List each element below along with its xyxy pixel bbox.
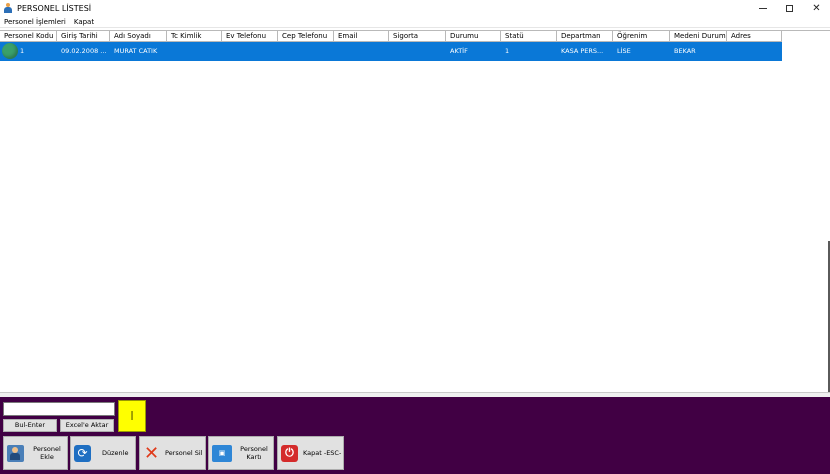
column-header-medeni-durum[interactable]: Medeni Durum — [670, 31, 727, 42]
personnel-grid[interactable]: Personel Kodu Giriş Tarihi Adı Soyadı Tc… — [0, 30, 830, 411]
personnel-card-label: Personel Kartı — [240, 445, 268, 461]
column-header-cep-telefonu[interactable]: Cep Telefonu — [278, 31, 334, 42]
cell-cep-telefonu — [278, 42, 334, 61]
cell-medeni-durum: BEKAR — [674, 47, 696, 55]
personnel-card-button[interactable]: ▣ Personel Kartı — [208, 436, 274, 470]
column-header-giris-tarihi[interactable]: Giriş Tarihi — [57, 31, 110, 42]
highlight-marker: | — [118, 400, 146, 432]
action-panel: Bul-Enter Excel'e Aktar | Personel Ekle … — [0, 397, 830, 474]
edit-button[interactable]: ⟳ Düzenle — [70, 436, 136, 470]
row-status-indicator-icon — [2, 43, 18, 59]
close-esc-label: Kapat -ESC- — [303, 449, 342, 457]
power-icon: ⏻ — [281, 444, 298, 462]
column-header-email[interactable]: Email — [334, 31, 389, 42]
column-header-tc-kimlik[interactable]: Tc Kimlik — [167, 31, 222, 42]
window-title: PERSONEL LİSTESİ — [17, 3, 92, 13]
delete-personnel-label: Personel Sil — [165, 449, 203, 457]
add-personnel-button[interactable]: Personel Ekle — [3, 436, 68, 470]
table-row[interactable]: 1 09.02.2008 ... MURAT CATIK AKTİF 1 KAS… — [0, 42, 782, 61]
column-header-personel-kodu[interactable]: Personel Kodu — [0, 31, 57, 42]
menu-kapat[interactable]: Kapat — [70, 18, 98, 26]
edit-label: Düzenle — [102, 449, 129, 457]
cell-statu: 1 — [505, 47, 510, 55]
close-button[interactable]: ✕ — [803, 0, 830, 16]
cell-ogrenim: LİSE — [617, 47, 631, 55]
column-header-adi-soyadi[interactable]: Adı Soyadı — [110, 31, 167, 42]
grid-header: Personel Kodu Giriş Tarihi Adı Soyadı Tc… — [0, 31, 782, 42]
column-header-ogrenim[interactable]: Öğrenim — [613, 31, 670, 42]
search-input[interactable] — [3, 402, 115, 416]
cell-sigorta — [389, 42, 446, 61]
find-enter-button[interactable]: Bul-Enter — [3, 419, 57, 432]
cell-adi-soyadi: MURAT CATIK — [114, 47, 158, 55]
column-header-sigorta[interactable]: Sigorta — [389, 31, 446, 42]
minimize-button[interactable] — [749, 0, 776, 16]
column-header-ev-telefonu[interactable]: Ev Telefonu — [222, 31, 278, 42]
close-esc-button[interactable]: ⏻ Kapat -ESC- — [277, 436, 344, 470]
user-add-icon — [7, 444, 24, 462]
column-header-durumu[interactable]: Durumu — [446, 31, 501, 42]
cell-departman: KASA PERS... — [561, 47, 604, 55]
maximize-icon — [786, 4, 793, 12]
cell-adres — [727, 42, 782, 61]
id-card-icon: ▣ — [212, 444, 232, 462]
minimize-icon — [758, 7, 767, 9]
column-header-statu[interactable]: Statü — [501, 31, 557, 42]
maximize-button[interactable] — [776, 0, 803, 16]
column-header-adres[interactable]: Adres — [727, 31, 782, 42]
delete-personnel-button[interactable]: ✕ Personel Sil — [139, 436, 206, 470]
add-personnel-label: Personel Ekle — [33, 445, 61, 461]
cell-ev-telefonu — [222, 42, 278, 61]
close-icon: ✕ — [812, 2, 821, 14]
export-excel-button[interactable]: Excel'e Aktar — [60, 419, 114, 432]
cell-tc-kimlik — [167, 42, 222, 61]
column-header-departman[interactable]: Departman — [557, 31, 613, 42]
cell-durumu: AKTİF — [450, 47, 468, 55]
menu-personel-islemleri[interactable]: Personel İşlemleri — [0, 18, 70, 26]
edit-icon: ⟳ — [74, 444, 91, 462]
window-controls: ✕ — [749, 0, 830, 16]
delete-icon: ✕ — [143, 442, 160, 464]
cell-giris-tarihi: 09.02.2008 ... — [61, 47, 107, 55]
menu-bar: Personel İşlemleri Kapat — [0, 16, 830, 28]
cell-email — [334, 42, 389, 61]
title-bar: PERSONEL LİSTESİ ✕ — [0, 0, 830, 16]
app-user-icon — [3, 3, 13, 13]
